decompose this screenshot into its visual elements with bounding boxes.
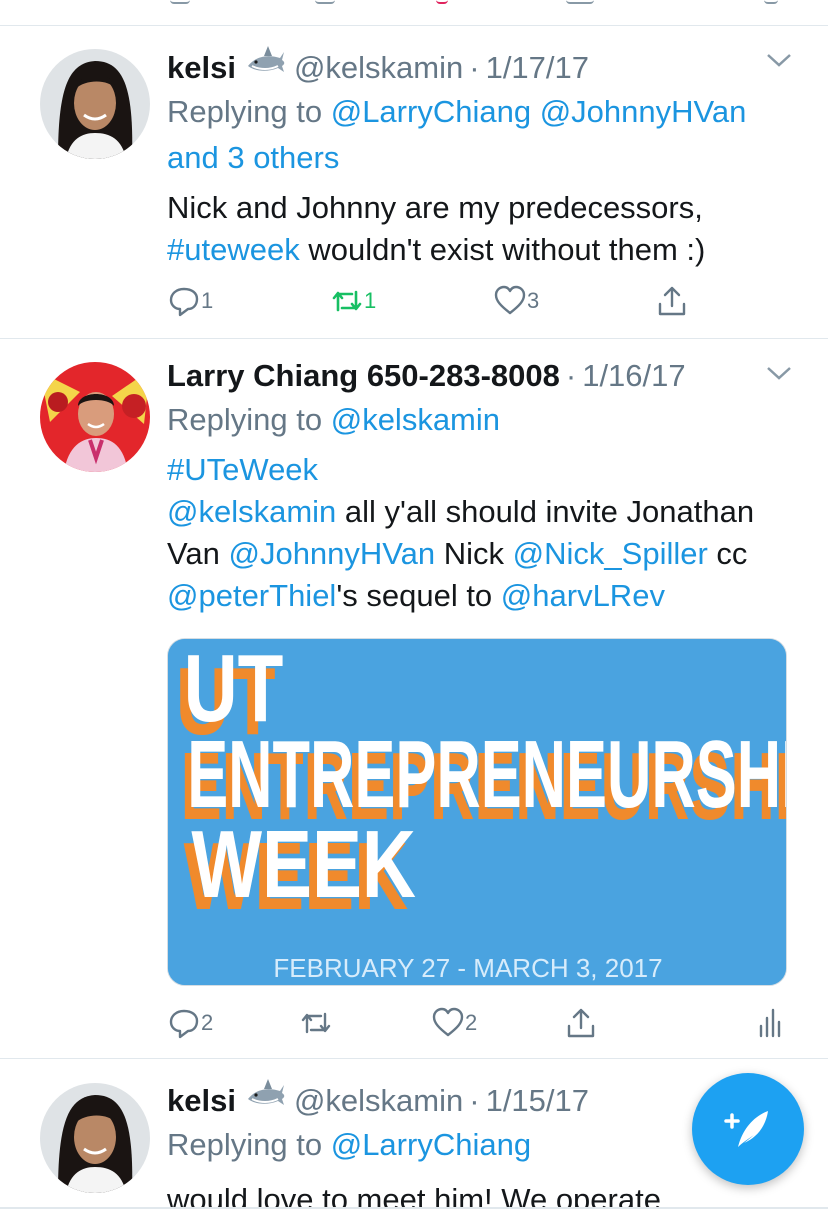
tweet-actions: 1 1 3	[167, 284, 794, 324]
hashtag-link[interactable]: #UTeWeek	[167, 452, 318, 487]
media-title-line: WEEK	[191, 811, 416, 918]
reply-icon	[169, 287, 199, 317]
caret-down-icon[interactable]	[764, 361, 794, 385]
separator-dot: ·	[469, 1083, 480, 1118]
text-segment: all y'all should invite Jonathan	[336, 494, 755, 529]
like-icon	[432, 1007, 464, 1037]
handle[interactable]: @kelskamin	[294, 49, 463, 87]
tweet-header: Larry Chiang 650-283-8008 · 1/16/17	[167, 357, 794, 395]
like-icon[interactable]	[436, 0, 448, 4]
display-name[interactable]: Larry Chiang 650-283-8008	[167, 357, 560, 395]
caret-down-icon[interactable]	[764, 48, 794, 72]
like-count: 3	[527, 288, 540, 313]
reply-button[interactable]: 1	[167, 284, 213, 318]
retweet-icon	[301, 1012, 331, 1034]
timestamp[interactable]: 1/16/17	[582, 357, 685, 395]
replying-to: Replying to @LarryChiang @JohnnyHVan and…	[167, 89, 794, 181]
analytics-icon	[759, 1008, 781, 1038]
retweet-count: 1	[364, 288, 377, 313]
tweet-kelsi-1[interactable]: kelsi @kelskamin · 1/17/17 Replying to @…	[0, 26, 828, 339]
retweet-icon[interactable]	[315, 0, 335, 4]
tweet-larry[interactable]: Larry Chiang 650-283-8008 · 1/16/17 Repl…	[0, 339, 828, 1059]
avatar[interactable]	[40, 49, 150, 159]
display-name[interactable]: kelsi	[167, 1082, 236, 1120]
tweet-media-image[interactable]: UT ENTREPRENEURSHIP WEEK UT ENTREPRENEUR…	[167, 638, 787, 986]
shark-emoji-icon	[247, 46, 285, 72]
retweet-button[interactable]	[299, 1006, 333, 1040]
tweet-actions: 2 2	[167, 1006, 794, 1046]
text-line: Nick and Johnny are my predecessors,	[167, 190, 703, 225]
separator-dot: ·	[469, 50, 480, 85]
mention-link[interactable]: @LarryChiang	[331, 94, 531, 129]
retweet-icon	[332, 290, 362, 312]
like-button[interactable]: 3	[493, 284, 539, 318]
handle[interactable]: @kelskamin	[294, 1082, 463, 1120]
tweet-text: Nick and Johnny are my predecessors, #ut…	[167, 187, 794, 271]
compose-tweet-button[interactable]	[692, 1073, 804, 1185]
replying-prefix: Replying to	[167, 94, 331, 129]
share-button[interactable]	[564, 1006, 598, 1040]
timestamp[interactable]: 1/15/17	[486, 1082, 589, 1120]
share-button[interactable]	[655, 284, 689, 318]
tweet-text: #UTeWeek @kelskamin all y'all should inv…	[167, 449, 794, 617]
tweet-text-partial: would love to meet him! We operate	[167, 1182, 661, 1209]
text-line: wouldn't exist without them :)	[299, 232, 706, 267]
mention-link[interactable]: @Nick_Spiller	[513, 536, 708, 571]
tweet-header: kelsi @kelskamin · 1/17/17	[167, 44, 794, 87]
previous-tweet-actions-strip	[0, 0, 828, 26]
mention-link[interactable]: @harvLRev	[501, 578, 665, 613]
retweet-button[interactable]: 1	[330, 284, 376, 318]
mention-link[interactable]: @JohnnyHVan	[228, 536, 435, 571]
reply-icon	[169, 1009, 199, 1039]
display-name[interactable]: kelsi	[167, 49, 236, 87]
avatar[interactable]	[40, 1083, 150, 1193]
replying-prefix: Replying to	[167, 1127, 331, 1162]
separator-dot: ·	[565, 358, 577, 393]
analytics-icon[interactable]	[764, 0, 778, 4]
compose-icon	[724, 1111, 768, 1147]
reply-count: 1	[201, 288, 214, 313]
like-icon	[494, 285, 526, 315]
mention-link[interactable]: @kelskamin	[331, 402, 500, 437]
shark-emoji-icon	[247, 1079, 285, 1105]
others-link[interactable]: and 3 others	[167, 140, 339, 175]
replying-to: Replying to @kelskamin	[167, 397, 794, 443]
timestamp[interactable]: 1/17/17	[486, 49, 589, 87]
hashtag-link[interactable]: #uteweek	[167, 232, 300, 267]
replying-prefix: Replying to	[167, 402, 331, 437]
mention-link[interactable]: @kelskamin	[167, 494, 336, 529]
share-icon[interactable]	[566, 0, 594, 4]
reply-count: 2	[201, 1010, 214, 1035]
mention-link[interactable]: @peterThiel	[167, 578, 336, 613]
text-segment: Van	[167, 536, 229, 571]
reply-button[interactable]: 2	[167, 1006, 213, 1040]
avatar[interactable]	[40, 362, 150, 472]
media-dates: FEBRUARY 27 - MARCH 3, 2017	[273, 953, 662, 983]
mention-link[interactable]: @JohnnyHVan	[540, 94, 747, 129]
text-segment: Nick	[435, 536, 513, 571]
reply-icon[interactable]	[170, 0, 190, 4]
text-segment: cc	[707, 536, 748, 571]
like-count: 2	[465, 1010, 478, 1035]
mention-link[interactable]: @LarryChiang	[331, 1127, 531, 1162]
analytics-button[interactable]	[753, 1006, 787, 1040]
text-segment: 's sequel to	[336, 578, 501, 613]
share-icon	[658, 286, 686, 316]
share-icon	[567, 1008, 595, 1038]
like-button[interactable]: 2	[431, 1006, 477, 1040]
